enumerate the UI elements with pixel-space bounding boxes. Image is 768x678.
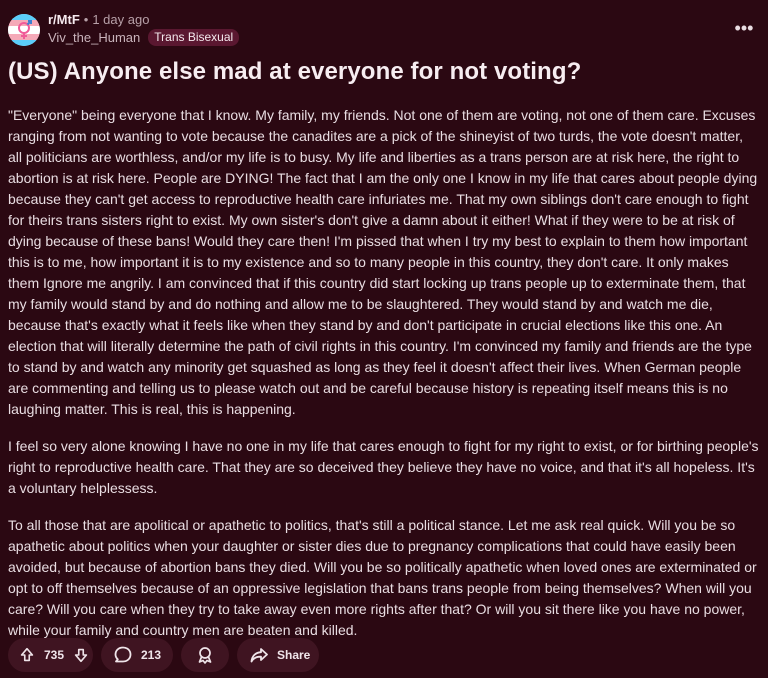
post-meta-top: r/MtF • 1 day ago (48, 12, 239, 28)
more-options-button[interactable]: ••• (732, 16, 756, 40)
vote-count: 735 (44, 648, 65, 662)
arrow-up-icon[interactable] (18, 646, 36, 664)
post-time: 1 day ago (92, 12, 150, 27)
post-author[interactable]: Viv_the_Human (48, 30, 140, 46)
comments-button[interactable]: 213 (101, 638, 173, 672)
award-icon (195, 645, 215, 665)
trans-flag-avatar-icon (8, 14, 40, 46)
meta-separator: • (83, 12, 89, 27)
post-page: r/MtF • 1 day ago Viv_the_Human Trans Bi… (0, 0, 768, 678)
post-meta-bottom: Viv_the_Human Trans Bisexual (48, 29, 240, 46)
post-paragraph-3: To all those that are apolitical or apat… (8, 517, 757, 638)
subreddit-avatar[interactable] (8, 14, 40, 46)
post-title: (US) Anyone else mad at everyone for not… (8, 58, 582, 85)
comment-bubble-icon (113, 645, 133, 665)
post-actions: 735 213 Share (8, 638, 319, 672)
post-header: r/MtF • 1 day ago Viv_the_Human Trans Bi… (8, 12, 760, 52)
share-arrow-icon (249, 645, 269, 665)
post-paragraph-2: I feel so very alone knowing I have no o… (8, 438, 759, 496)
post-body: "Everyone" being everyone that I know. M… (8, 105, 760, 641)
vote-control: 735 (8, 638, 93, 672)
subreddit-name[interactable]: r/MtF (48, 12, 80, 28)
arrow-down-icon[interactable] (72, 646, 90, 664)
post-paragraph-1: "Everyone" being everyone that I know. M… (8, 107, 758, 417)
share-label: Share (277, 648, 311, 662)
user-flair: Trans Bisexual (148, 29, 240, 46)
more-options-icon: ••• (734, 17, 754, 38)
comment-count: 213 (141, 648, 162, 662)
post-meta: r/MtF • 1 day ago Viv_the_Human Trans Bi… (48, 12, 240, 46)
share-button[interactable]: Share (237, 638, 319, 672)
award-button[interactable] (181, 638, 229, 672)
